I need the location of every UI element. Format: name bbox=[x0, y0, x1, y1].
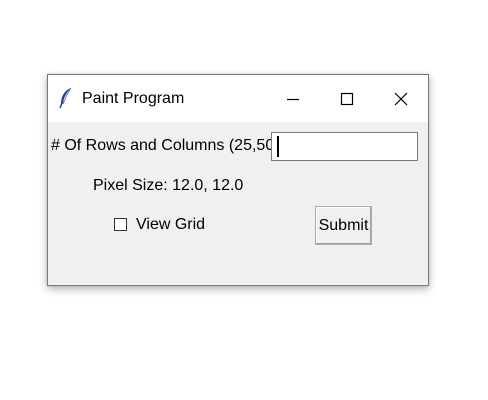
rows-columns-input[interactable] bbox=[271, 132, 418, 161]
submit-button[interactable]: Submit bbox=[315, 206, 372, 245]
title-bar[interactable]: Paint Program bbox=[48, 75, 428, 122]
minimize-button[interactable] bbox=[266, 75, 320, 122]
paint-program-window: Paint Program # Of Rows and Columns (25,… bbox=[47, 74, 429, 286]
view-grid-label[interactable]: View Grid bbox=[136, 216, 205, 234]
maximize-button[interactable] bbox=[320, 75, 374, 122]
maximize-icon bbox=[340, 92, 354, 106]
close-icon bbox=[394, 92, 408, 106]
text-caret bbox=[277, 136, 279, 157]
view-grid-checkbox[interactable] bbox=[114, 218, 127, 231]
close-button[interactable] bbox=[374, 75, 428, 122]
pixel-size-label: Pixel Size: 12.0, 12.0 bbox=[93, 177, 244, 194]
minimize-icon bbox=[287, 98, 299, 101]
window-title: Paint Program bbox=[82, 90, 185, 107]
feather-icon bbox=[58, 87, 74, 109]
rows-columns-label: # Of Rows and Columns (25,50): bbox=[51, 137, 284, 154]
